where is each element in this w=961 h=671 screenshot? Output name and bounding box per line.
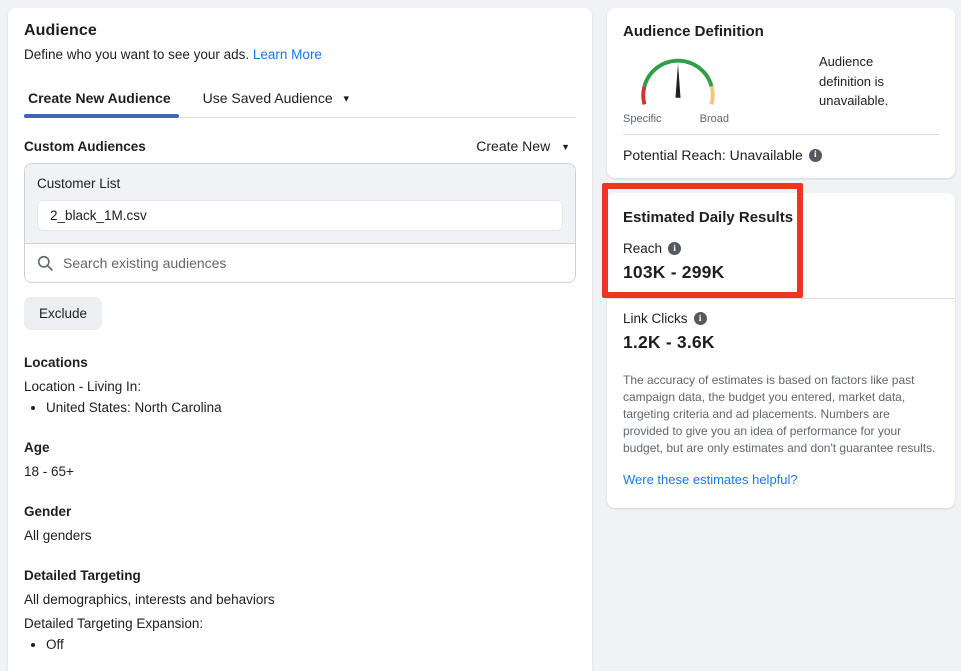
- gender-section: Gender All genders: [24, 504, 576, 543]
- age-heading: Age: [24, 440, 576, 455]
- learn-more-link[interactable]: Learn More: [253, 47, 322, 62]
- search-input[interactable]: [63, 255, 563, 271]
- customer-list-label: Customer List: [37, 176, 563, 191]
- audience-definition-title: Audience Definition: [623, 23, 939, 40]
- gauge-row: Specific Broad Audience definition is un…: [623, 48, 939, 125]
- detailed-targeting-heading: Detailed Targeting: [24, 568, 576, 583]
- locations-line: Location - Living In:: [24, 379, 576, 394]
- link-clicks-label: Link Clicks: [623, 311, 688, 326]
- list-item: United States: North Carolina: [46, 400, 576, 415]
- create-new-label: Create New: [476, 138, 550, 154]
- panel-subtitle: Define who you want to see your ads. Lea…: [24, 47, 576, 62]
- page-title: Audience: [24, 22, 576, 40]
- age-value: 18 - 65+: [24, 464, 576, 479]
- list-item: Off: [46, 637, 576, 652]
- chevron-down-icon: ▾: [344, 92, 350, 105]
- estimates-disclaimer: The accuracy of estimates is based on fa…: [623, 372, 939, 457]
- locations-heading: Locations: [24, 355, 576, 370]
- gender-value: All genders: [24, 528, 576, 543]
- audience-tabs: Create New Audience Use Saved Audience ▾: [24, 90, 576, 118]
- tab-label: Use Saved Audience: [203, 90, 333, 106]
- custom-audiences-header: Custom Audiences Create New ▼: [24, 138, 576, 154]
- detailed-targeting-line: All demographics, interests and behavior…: [24, 592, 576, 607]
- reach-label: Reach: [623, 241, 662, 256]
- gender-heading: Gender: [24, 504, 576, 519]
- audience-panel: Audience Define who you want to see your…: [8, 8, 592, 671]
- reach-value: 103K - 299K: [623, 262, 939, 283]
- tab-create-new-audience[interactable]: Create New Audience: [28, 90, 171, 117]
- exclude-button[interactable]: Exclude: [24, 297, 102, 330]
- custom-audiences-box: Customer List 2_black_1M.csv: [24, 163, 576, 283]
- age-section: Age 18 - 65+: [24, 440, 576, 479]
- create-new-dropdown[interactable]: Create New ▼: [476, 138, 576, 154]
- detailed-targeting-expansion-line: Detailed Targeting Expansion:: [24, 616, 576, 631]
- gauge-labels: Specific Broad: [623, 113, 733, 125]
- gauge-label-broad: Broad: [700, 113, 729, 125]
- tab-label: Create New Audience: [28, 90, 171, 106]
- link-clicks-metric: Link Clicks i 1.2K - 3.6K: [623, 311, 939, 353]
- subtitle-text: Define who you want to see your ads.: [24, 47, 249, 62]
- estimated-daily-results-title: Estimated Daily Results: [623, 209, 939, 226]
- estimated-daily-results-card: Estimated Daily Results Reach i 103K - 2…: [607, 193, 955, 508]
- active-tab-underline: [24, 114, 179, 118]
- info-icon[interactable]: i: [668, 242, 681, 255]
- search-icon: [37, 255, 53, 271]
- tab-use-saved-audience[interactable]: Use Saved Audience ▾: [203, 90, 349, 117]
- detailed-targeting-section: Detailed Targeting All demographics, int…: [24, 568, 576, 652]
- estimates-feedback-link[interactable]: Were these estimates helpful?: [623, 472, 798, 487]
- link-clicks-label-row: Link Clicks i: [623, 311, 939, 326]
- locations-section: Locations Location - Living In: United S…: [24, 355, 576, 415]
- potential-reach-row: Potential Reach: Unavailable i: [623, 147, 939, 163]
- customer-list-section: Customer List 2_black_1M.csv: [25, 164, 575, 244]
- divider: [607, 298, 955, 299]
- custom-audiences-label: Custom Audiences: [24, 139, 146, 154]
- audience-definition-card: Audience Definition Specific Broad Audie…: [607, 8, 955, 178]
- audience-gauge: Specific Broad: [623, 48, 733, 125]
- link-clicks-value: 1.2K - 3.6K: [623, 332, 939, 353]
- reach-metric: Reach i 103K - 299K: [623, 241, 939, 283]
- customer-list-file[interactable]: 2_black_1M.csv: [37, 200, 563, 231]
- locations-list: United States: North Carolina: [46, 400, 576, 415]
- chevron-down-icon: ▼: [561, 142, 570, 152]
- expansion-list: Off: [46, 637, 576, 652]
- info-icon[interactable]: i: [694, 312, 707, 325]
- info-icon[interactable]: i: [809, 149, 822, 162]
- divider: [623, 134, 939, 135]
- audience-definition-status: Audience definition is unavailable.: [819, 52, 905, 125]
- potential-reach-text: Potential Reach: Unavailable: [623, 147, 803, 163]
- gauge-label-specific: Specific: [623, 113, 662, 125]
- reach-label-row: Reach i: [623, 241, 939, 256]
- audience-search-row: [25, 244, 575, 282]
- gauge-meter-icon: [623, 48, 733, 108]
